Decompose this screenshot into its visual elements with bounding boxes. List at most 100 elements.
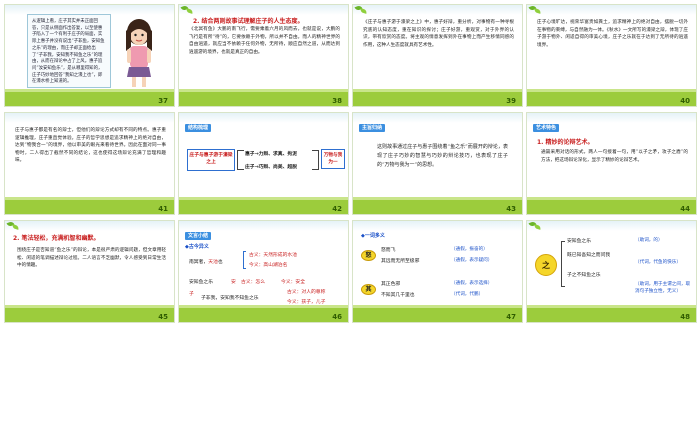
slide-top-bar: [353, 221, 522, 231]
slide-47[interactable]: ◆一词多义 怒 怒而飞 （通假，振奋的） 其远而无所至极邪 （通假，表示疑问） …: [352, 220, 523, 323]
leaf-icon: [180, 5, 195, 14]
page-number: 43: [506, 205, 516, 213]
sub-heading: ◆古今异义: [185, 244, 209, 250]
slide-heading: 1. 精妙的论辩艺术。: [537, 139, 594, 146]
diagram-items: 惠子→力辩、求真、拘泥 庄子→巧辩、尚美、超脱: [245, 148, 297, 174]
word-oval-nu: 怒: [361, 250, 376, 261]
slide-bottom-bar: [5, 197, 174, 214]
section-tag: 主旨归纳: [359, 124, 386, 132]
modern-meaning: 今义：安全: [281, 280, 305, 285]
ancient-meaning: 古义：天然形成的水池: [249, 253, 297, 258]
slide-48[interactable]: 之 安知鱼之乐 （助词，的） 既已知吾知之而问我 （代词，代鱼的快乐） 子之不知…: [526, 220, 697, 323]
gloss: （通假，表示疑问）: [451, 258, 493, 263]
example-line-2: 安知鱼之乐: [189, 280, 213, 285]
gloss: （助词，的）: [635, 238, 663, 243]
diagram-bracket-left: [237, 150, 244, 170]
section-tag: 结构梳理: [185, 124, 212, 132]
slide-thumbnail-grid: 从逻辑上看，庄子其实并未正面回答，只是从侧面作出答复，以至使惠子陷入了一个有利于…: [0, 0, 700, 431]
section-tag: 艺术特色: [533, 124, 560, 132]
page-number: 46: [332, 313, 342, 321]
slide-bottom-bar: [179, 89, 348, 106]
bubble-text: 从逻辑上看，庄子其实并未正面回答，只是从侧面作出答复，以至使惠子陷入了一个有利于…: [32, 19, 105, 85]
word-oval-qi: 其: [361, 284, 376, 295]
key-word: 天池: [208, 260, 218, 265]
sub-heading: ◆一词多义: [361, 233, 385, 239]
slide-bottom-bar: [179, 305, 348, 322]
speech-bubble-text: 从逻辑上看，庄子其实并未正面回答，只是从侧面作出答复，以至使惠子陷入了一个有利于…: [27, 14, 111, 88]
page-number: 48: [680, 313, 690, 321]
example-line: 子之不知鱼之乐: [567, 273, 601, 278]
modern-meaning: 今义：孩子，儿子: [287, 300, 326, 305]
diagram-right-box: 万物与我为一: [321, 149, 345, 169]
section-tag: 文言小结: [185, 232, 212, 240]
slide-41[interactable]: 庄子与惠子都是有名的辩士，但他们的辩论方式却有不同的特点。惠子重逻辑推理，庄子重…: [4, 112, 175, 215]
page-number: 41: [158, 205, 168, 213]
slide-body-text: 这则故事通过庄子与惠子围绕着“鱼之乐”而展开的辩论，表现了庄子巧妙的智慧与巧妙的…: [377, 144, 508, 168]
diagram-bracket-right: [312, 150, 319, 170]
page-number: 44: [680, 205, 690, 213]
example-line: 不知其几千里也: [381, 293, 415, 298]
slide-42[interactable]: 结构梳理 庄子与惠子游于濠梁之上 惠子→力辩、求真、拘泥 庄子→巧辩、尚美、超脱…: [178, 112, 349, 215]
slide-top-bar: [353, 5, 522, 15]
page-number: 40: [680, 97, 690, 105]
gloss: （通假，表示选择）: [451, 281, 493, 286]
slide-38[interactable]: 2. 结合两则故事试理解庄子的人生态度。 《北冥有鱼》大鹏的南飞行，需要乘着六月…: [178, 4, 349, 107]
gloss: （通假，振奋的）: [451, 247, 488, 252]
slide-bottom-bar: [353, 305, 522, 322]
slide-top-bar: [527, 113, 696, 123]
leaf-icon: [354, 5, 369, 14]
example-line-3: 子非我，安知我不知鱼之乐: [201, 296, 259, 301]
page-number: 47: [506, 313, 516, 321]
slide-46[interactable]: 文言小结 ◆古今异义 南冥者，天池也 古义：天然形成的水池 今义：高山湖泊名 安…: [178, 220, 349, 323]
key-word: 子: [189, 292, 194, 297]
example-text: 南冥者，: [189, 260, 209, 265]
slide-39[interactable]: 《庄子与惠子游于濠梁之上》中，惠子好辩，重分析，对事物有一种寻根究底的认知态度，…: [352, 4, 523, 107]
example-line: 其远而无所至极邪: [381, 259, 420, 264]
slide-body-text: 庄子与惠子都是有名的辩士，但他们的辩论方式却有不同的特点。惠子重逻辑推理，庄子重…: [15, 128, 166, 164]
slide-45[interactable]: 2. 笔法轻松，充满机智和幽默。 围绕庄子是否知道“鱼之乐”的辩论，本是很严肃的…: [4, 220, 175, 323]
page-number: 38: [332, 97, 342, 105]
cartoon-girl-icon: [126, 19, 152, 87]
gloss-bracket: [561, 241, 565, 287]
gloss: （代词，代鱼的快乐）: [635, 260, 681, 265]
slide-bottom-bar: [527, 305, 696, 322]
slide-top-bar: [527, 5, 696, 15]
slide-bottom-bar: [527, 197, 696, 214]
example-text: 也: [217, 260, 223, 265]
slide-body-text: 庄子心境旷达，视荣华富贵如粪土，追求精神上的绝对自由，摆脱一切外在事物的束缚，与…: [537, 20, 688, 48]
slide-heading: 2. 结合两则故事试理解庄子的人生态度。: [193, 18, 304, 25]
gloss: （代词，代鹏）: [451, 292, 484, 297]
example-line: 怒而飞: [381, 248, 396, 253]
slide-body-text: 通篇采用对话的形式，两人一句接着一句，用“以子之矛，攻子之盾”的方法，把这场辩论…: [541, 150, 688, 163]
slide-heading: 2. 笔法轻松，充满机智和幽默。: [13, 235, 100, 242]
slide-43[interactable]: 主旨归纳 这则故事通过庄子与惠子围绕着“鱼之乐”而展开的辩论，表现了庄子巧妙的智…: [352, 112, 523, 215]
slide-top-bar: [179, 221, 348, 231]
leaf-icon: [528, 5, 543, 14]
gloss-bracket: [243, 251, 246, 269]
slide-top-bar: [179, 113, 348, 123]
slide-body-text: 《庄子与惠子游于濠梁之上》中，惠子好辩，重分析，对事物有一种寻根究底的认知态度，…: [363, 20, 514, 48]
ancient-meaning: 古义：怎么: [241, 280, 265, 285]
example-line: 安知鱼之乐: [567, 239, 591, 244]
slide-bottom-bar: [5, 305, 174, 322]
slide-top-bar: [5, 113, 174, 123]
leaf-icon: [6, 221, 21, 230]
page-number: 37: [158, 97, 168, 105]
slide-bottom-bar: [353, 197, 522, 214]
slide-top-bar: [5, 221, 174, 231]
slide-44[interactable]: 艺术特色 1. 精妙的论辩艺术。 通篇采用对话的形式，两人一句接着一句，用“以子…: [526, 112, 697, 215]
slide-40[interactable]: 庄子心境旷达，视荣华富贵如粪土，追求精神上的绝对自由，摆脱一切外在事物的束缚，与…: [526, 4, 697, 107]
diagram-row-huizi: 惠子→力辩、求真、拘泥: [245, 152, 297, 157]
example-line-1: 南冥者，天池也: [189, 258, 223, 265]
key-word: 安: [231, 280, 236, 285]
slide-bottom-bar: [527, 89, 696, 106]
slide-bottom-bar: [353, 89, 522, 106]
diagram-left-box: 庄子与惠子游于濠梁之上: [187, 149, 235, 171]
slide-top-bar: [179, 5, 348, 15]
gloss: （助词，用于主谓之间，取消句子独立性，无义）: [635, 282, 691, 294]
diagram-row-zhuangzi: 庄子→巧辩、尚美、超脱: [245, 165, 297, 170]
ancient-meaning: 古义：对人的尊称: [287, 290, 326, 295]
slide-37[interactable]: 从逻辑上看，庄子其实并未正面回答，只是从侧面作出答复，以至使惠子陷入了一个有利于…: [4, 4, 175, 107]
page-number: 39: [506, 97, 516, 105]
leaf-icon: [528, 221, 543, 230]
